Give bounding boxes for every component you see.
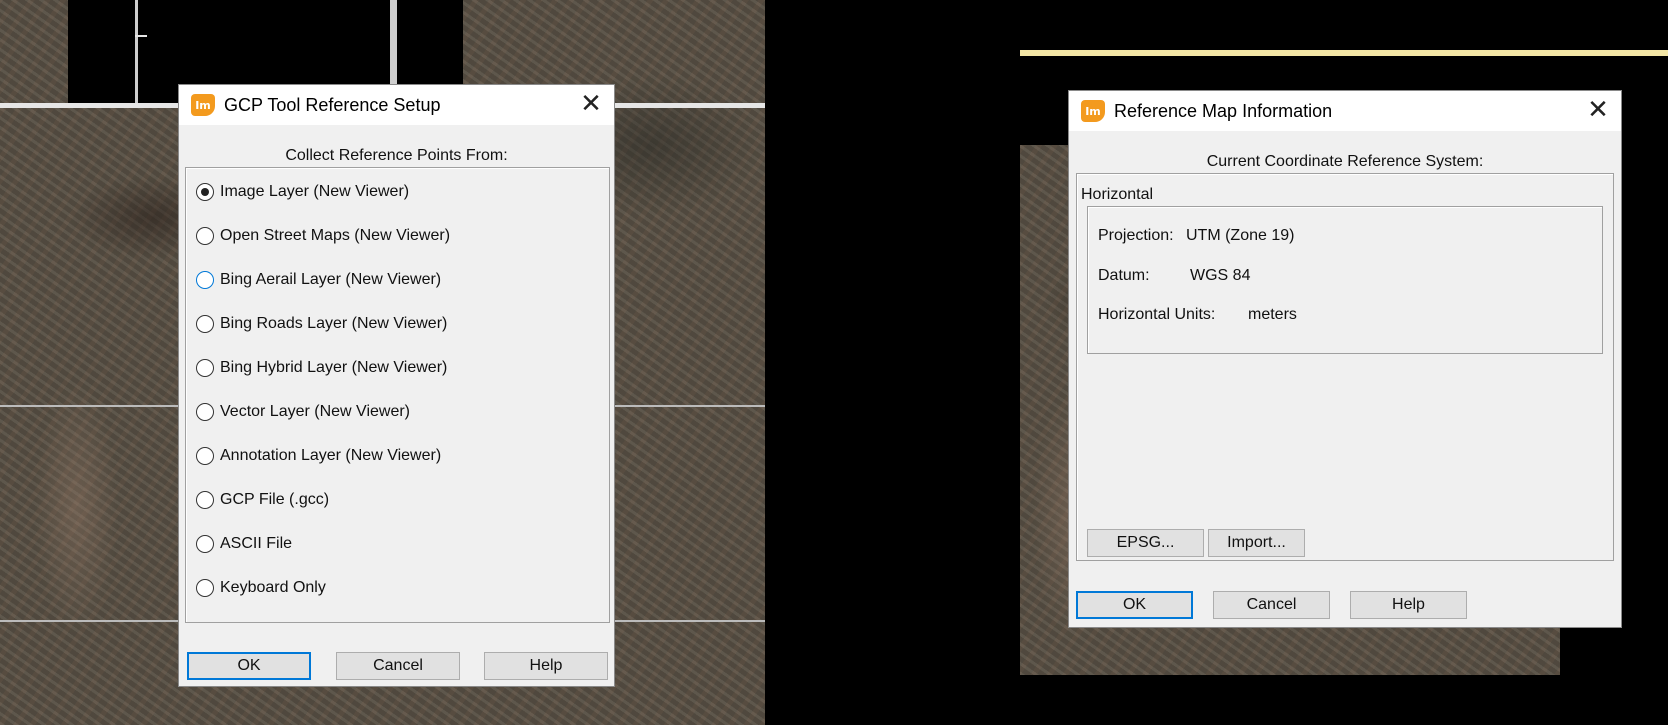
dialog-titlebar[interactable]: Im Reference Map Information ✕ [1069, 91, 1621, 131]
option-label: Annotation Layer (New Viewer) [220, 447, 442, 464]
gcp-tool-reference-setup-dialog: Im GCP Tool Reference Setup ✕ Collect Re… [178, 84, 615, 687]
dialog-title: GCP Tool Reference Setup [224, 95, 441, 115]
projection-label: Projection: [1098, 227, 1174, 244]
option-label: GCP File (.gcc) [220, 491, 330, 508]
close-icon[interactable]: ✕ [578, 91, 604, 117]
cancel-button[interactable]: Cancel [336, 652, 460, 680]
option-label: Bing Roads Layer (New Viewer) [220, 315, 448, 332]
reference-source-group: Image Layer (New Viewer) Open Street Map… [185, 167, 610, 623]
dialog-titlebar[interactable]: Im GCP Tool Reference Setup ✕ [179, 85, 614, 125]
option-label: Image Layer (New Viewer) [220, 183, 410, 200]
viewer-tick [135, 35, 147, 37]
option-label: Vector Layer (New Viewer) [220, 403, 410, 420]
datum-value: WGS 84 [1190, 267, 1251, 284]
radio-button[interactable] [196, 491, 214, 509]
radio-button[interactable] [196, 535, 214, 553]
viewer-highlight-line [1020, 50, 1668, 56]
option-label: Bing Aerail Layer (New Viewer) [220, 271, 442, 288]
radio-button[interactable] [196, 315, 214, 333]
viewer-divider [135, 0, 138, 105]
option-label: Bing Hybrid Layer (New Viewer) [220, 359, 448, 376]
ok-button[interactable]: OK [187, 652, 311, 680]
ok-button[interactable]: OK [1076, 591, 1193, 619]
dialog-title: Reference Map Information [1114, 101, 1333, 121]
option-gcp-file[interactable]: GCP File (.gcc) [196, 488, 329, 512]
option-vector-layer[interactable]: Vector Layer (New Viewer) [196, 400, 410, 424]
section-label: Current Coordinate Reference System: [1206, 153, 1484, 170]
horizontal-group: Projection: UTM (Zone 19) Datum: WGS 84 … [1087, 206, 1603, 354]
reference-map-information-dialog: Im Reference Map Information ✕ Current C… [1068, 90, 1622, 628]
option-bing-roads-layer[interactable]: Bing Roads Layer (New Viewer) [196, 312, 447, 336]
horizontal-units-label: Horizontal Units: [1098, 306, 1216, 323]
help-button[interactable]: Help [484, 652, 608, 680]
option-annotation-layer[interactable]: Annotation Layer (New Viewer) [196, 444, 441, 468]
radio-button[interactable] [196, 359, 214, 377]
close-icon[interactable]: ✕ [1585, 97, 1611, 123]
imagine-app-icon: Im [191, 94, 215, 116]
option-bing-aerial-layer[interactable]: Bing Aerail Layer (New Viewer) [196, 268, 441, 292]
radio-button[interactable] [196, 447, 214, 465]
horizontal-units-value: meters [1248, 306, 1297, 323]
help-button[interactable]: Help [1350, 591, 1467, 619]
option-label: ASCII File [220, 535, 293, 552]
option-image-layer[interactable]: Image Layer (New Viewer) [196, 180, 409, 204]
radio-button[interactable] [196, 579, 214, 597]
import-button[interactable]: Import... [1208, 529, 1305, 557]
option-ascii-file[interactable]: ASCII File [196, 532, 292, 556]
crs-outer-group: Horizontal Projection: UTM (Zone 19) Dat… [1076, 173, 1614, 561]
datum-label: Datum: [1098, 267, 1150, 284]
projection-value: UTM (Zone 19) [1186, 227, 1295, 244]
option-label: Open Street Maps (New Viewer) [220, 227, 451, 244]
option-keyboard-only[interactable]: Keyboard Only [196, 576, 326, 600]
radio-button[interactable] [196, 403, 214, 421]
option-label: Keyboard Only [220, 579, 326, 596]
radio-button-selected[interactable] [196, 183, 214, 201]
option-bing-hybrid-layer[interactable]: Bing Hybrid Layer (New Viewer) [196, 356, 447, 380]
imagine-app-icon: Im [1081, 100, 1105, 122]
horizontal-group-label: Horizontal [1081, 186, 1154, 203]
option-open-street-maps[interactable]: Open Street Maps (New Viewer) [196, 224, 450, 248]
section-label: Collect Reference Points From: [285, 147, 508, 164]
epsg-button[interactable]: EPSG... [1087, 529, 1204, 557]
radio-button[interactable] [196, 227, 214, 245]
radio-button[interactable] [196, 271, 214, 289]
cancel-button[interactable]: Cancel [1213, 591, 1330, 619]
